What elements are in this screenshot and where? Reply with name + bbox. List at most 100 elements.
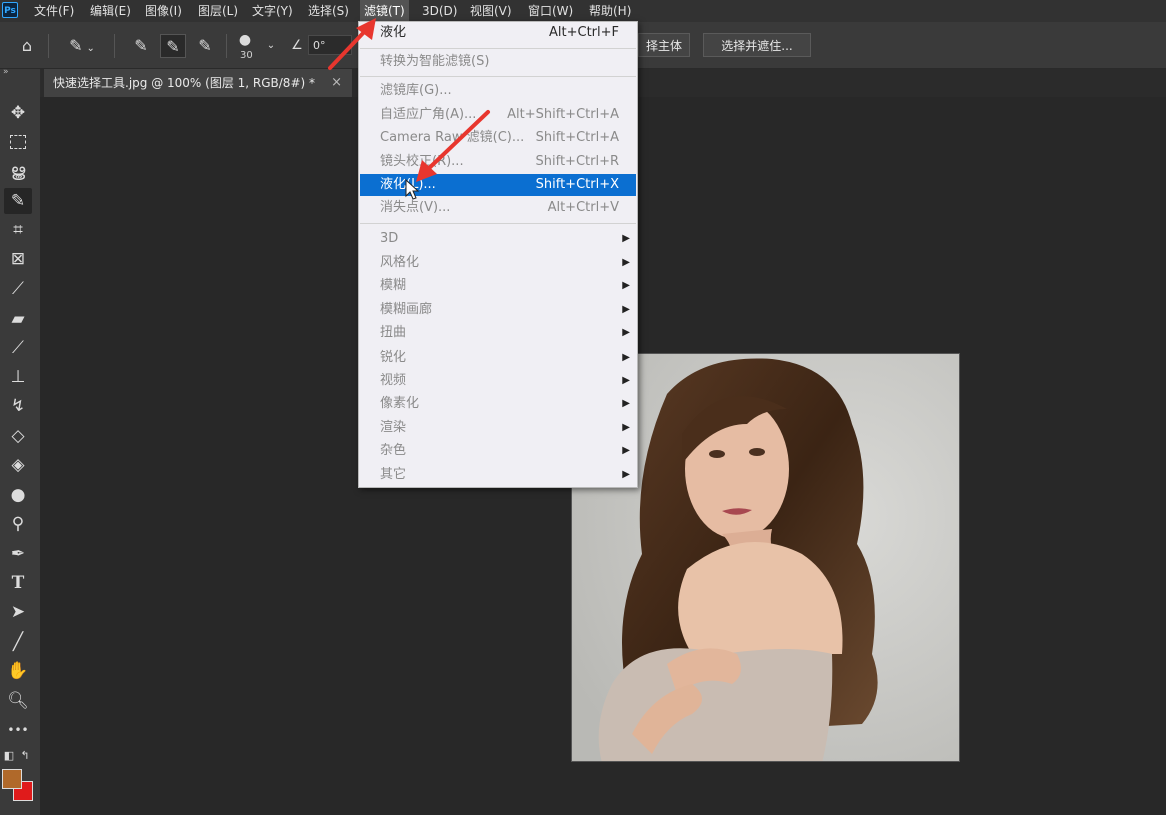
clone-stamp-tool-icon[interactable]: ⊥ <box>4 364 32 390</box>
select-and-mask-button[interactable]: 选择并遮住... <box>703 33 811 57</box>
menu-item-render[interactable]: 渲染 ▶ <box>360 417 636 439</box>
eraser-tool-icon[interactable]: ◇ <box>4 423 32 449</box>
menu-item-blur[interactable]: 模糊 ▶ <box>360 275 636 297</box>
brush-tip-icon[interactable]: ● <box>232 28 258 52</box>
submenu-arrow-icon: ▶ <box>622 398 630 409</box>
menu-item-label: 3D <box>380 231 399 246</box>
menu-item-label: 镜头校正(R)... <box>380 154 464 169</box>
menu-item-shortcut: Shift+Ctrl+X <box>535 177 619 192</box>
menu-item-liquify[interactable]: 液化(L)... Shift+Ctrl+X <box>360 174 636 196</box>
options-divider <box>114 34 115 58</box>
submenu-arrow-icon: ▶ <box>622 257 630 268</box>
more-tools-icon[interactable]: ••• <box>4 717 32 743</box>
brush-tool-icon[interactable]: ⟋ <box>4 335 32 361</box>
paint-bucket-tool-icon[interactable]: ◈ <box>4 452 32 478</box>
menu-item-shortcut: Alt+Shift+Ctrl+A <box>507 107 619 122</box>
menu-item-adaptive-wide-angle[interactable]: 自适应广角(A)... Alt+Shift+Ctrl+A <box>360 104 636 126</box>
menu-layer[interactable]: 图层(L) <box>194 0 242 22</box>
history-brush-tool-icon[interactable]: ↯ <box>4 393 32 419</box>
menu-item-filter-gallery[interactable]: 滤镜库(G)... <box>360 80 636 102</box>
menu-item-label: 模糊画廊 <box>380 302 433 317</box>
menu-filter[interactable]: 滤镜(T) <box>360 0 409 22</box>
submenu-arrow-icon: ▶ <box>622 445 630 456</box>
menu-item-label: 像素化 <box>380 396 420 411</box>
menu-item-label: 风格化 <box>380 255 420 270</box>
foreground-color-swatch[interactable] <box>2 769 22 789</box>
move-tool-icon[interactable]: ✥ <box>4 100 32 126</box>
menu-item-label: 自适应广角(A)... <box>380 107 477 122</box>
brush-picker-chevron-icon[interactable]: ⌄ <box>258 34 284 58</box>
quick-selection-tool-icon[interactable]: ✎ <box>4 188 32 214</box>
blur-tool-icon[interactable]: ● <box>4 482 32 508</box>
submenu-arrow-icon: ▶ <box>622 375 630 386</box>
filter-menu-dropdown: 液化 Alt+Ctrl+F 转换为智能滤镜(S) 滤镜库(G)... 自适应广角(… <box>358 21 638 488</box>
hand-tool-icon[interactable]: ✋ <box>4 658 32 684</box>
menu-item-convert-smart-filter[interactable]: 转换为智能滤镜(S) <box>360 51 636 73</box>
path-selection-tool-icon[interactable]: ➤ <box>4 599 32 625</box>
close-icon[interactable]: × <box>331 69 342 97</box>
chevron-down-icon: ⌄ <box>86 43 95 54</box>
add-to-selection-icon[interactable]: ✎ <box>160 34 186 58</box>
menu-item-distort[interactable]: 扭曲 ▶ <box>360 322 636 344</box>
menu-window[interactable]: 窗口(W) <box>524 0 577 22</box>
pen-tool-icon[interactable]: ✒ <box>4 541 32 567</box>
subtract-from-selection-icon[interactable]: ✎ <box>192 34 218 58</box>
photoshop-logo-icon[interactable]: Ps <box>2 2 18 18</box>
marquee-tool-icon[interactable] <box>4 129 32 155</box>
menu-item-other[interactable]: 其它 ▶ <box>360 464 636 486</box>
submenu-arrow-icon: ▶ <box>622 233 630 244</box>
menu-item-label: 扭曲 <box>380 325 407 340</box>
healing-brush-tool-icon[interactable]: ▰ <box>4 306 32 332</box>
menu-image[interactable]: 图像(I) <box>141 0 186 22</box>
menu-select[interactable]: 选择(S) <box>304 0 353 22</box>
menu-3d[interactable]: 3D(D) <box>418 0 461 22</box>
menu-item-lens-correction[interactable]: 镜头校正(R)... Shift+Ctrl+R <box>360 151 636 173</box>
menu-item-label: Camera Raw 滤镜(C)... <box>380 130 525 145</box>
select-subject-button[interactable]: 择主体 <box>638 33 690 57</box>
menu-item-label: 滤镜库(G)... <box>380 83 452 98</box>
angle-input[interactable]: 0° <box>308 35 352 55</box>
menu-item-pixelate[interactable]: 像素化 ▶ <box>360 393 636 415</box>
menu-item-camera-raw[interactable]: Camera Raw 滤镜(C)... Shift+Ctrl+A <box>360 127 636 149</box>
menu-item-noise[interactable]: 杂色 ▶ <box>360 440 636 462</box>
tool-preset-picker[interactable]: ✎ ⌄ <box>60 34 104 58</box>
menu-item-label: 渲染 <box>380 420 407 435</box>
menu-item-shortcut: Alt+Ctrl+F <box>549 25 619 40</box>
menu-item-vanishing-point[interactable]: 消失点(V)... Alt+Ctrl+V <box>360 197 636 219</box>
menu-item-stylize[interactable]: 风格化 ▶ <box>360 252 636 274</box>
menu-view[interactable]: 视图(V) <box>466 0 516 22</box>
default-colors-icon[interactable]: ◧ <box>2 743 16 769</box>
document-tab[interactable]: 快速选择工具.jpg @ 100% (图层 1, RGB/8#) * × <box>44 69 352 97</box>
brush-size-value: 30 <box>240 50 253 61</box>
collapse-panel-icon[interactable]: » <box>3 67 8 77</box>
menu-item-3d[interactable]: 3D ▶ <box>360 228 636 250</box>
new-selection-icon[interactable]: ✎ <box>128 34 154 58</box>
dodge-tool-icon[interactable]: ⚲ <box>4 511 32 537</box>
crop-tool-icon[interactable]: ⌗ <box>4 217 32 243</box>
lasso-tool-icon[interactable]: ൠ <box>4 158 32 184</box>
angle-icon: ∠ <box>291 38 303 53</box>
menu-item-video[interactable]: 视频 ▶ <box>360 370 636 392</box>
frame-tool-icon[interactable]: ⊠ <box>4 246 32 272</box>
menu-edit[interactable]: 编辑(E) <box>86 0 135 22</box>
line-tool-icon[interactable]: ╱ <box>4 629 32 655</box>
swap-colors-icon[interactable]: ↰ <box>18 743 32 769</box>
menu-item-shortcut: Shift+Ctrl+R <box>535 154 620 169</box>
submenu-arrow-icon: ▶ <box>622 422 630 433</box>
zoom-tool-icon[interactable]: 🔍︎ <box>4 688 32 714</box>
menu-help[interactable]: 帮助(H) <box>585 0 635 22</box>
home-icon[interactable]: ⌂ <box>14 34 40 58</box>
submenu-arrow-icon: ▶ <box>622 304 630 315</box>
menu-item-label: 模糊 <box>380 278 407 293</box>
menu-item-blur-gallery[interactable]: 模糊画廊 ▶ <box>360 299 636 321</box>
menu-separator <box>360 223 636 224</box>
menu-item-shortcut: Alt+Ctrl+V <box>547 200 619 215</box>
eyedropper-tool-icon[interactable]: ⟋ <box>4 276 32 302</box>
menu-item-sharpen[interactable]: 锐化 ▶ <box>360 347 636 369</box>
menu-type[interactable]: 文字(Y) <box>248 0 297 22</box>
menu-item-last-filter-liquify[interactable]: 液化 Alt+Ctrl+F <box>360 22 636 44</box>
submenu-arrow-icon: ▶ <box>622 469 630 480</box>
type-tool-icon[interactable]: T <box>4 570 32 596</box>
menu-file[interactable]: 文件(F) <box>30 0 78 22</box>
submenu-arrow-icon: ▶ <box>622 352 630 363</box>
